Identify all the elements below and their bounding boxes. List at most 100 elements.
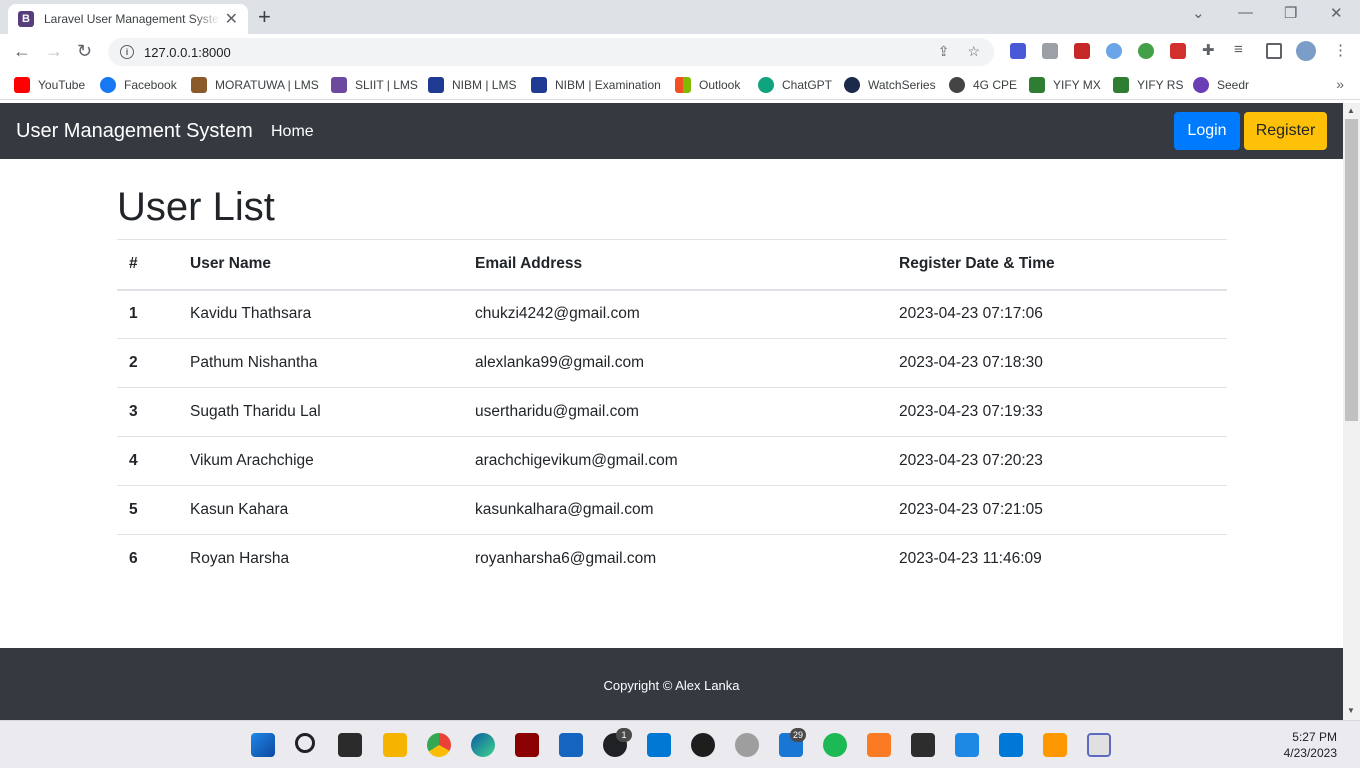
bookmark-star-icon[interactable]: ☆ — [967, 43, 980, 60]
microsoft-logo-icon — [675, 77, 691, 93]
row-username: Vikum Arachchige — [178, 436, 463, 486]
row-index: 6 — [129, 550, 138, 568]
close-window-icon[interactable]: ✕ — [1330, 4, 1343, 22]
scrollbar-thumb[interactable] — [1345, 119, 1358, 421]
tab-title: Laravel User Management System — [44, 12, 220, 26]
bookmark-outlook[interactable]: Outlook — [675, 77, 740, 93]
row-index: 3 — [117, 387, 178, 437]
mail-icon[interactable] — [647, 733, 671, 757]
search-icon[interactable] — [295, 733, 315, 753]
bookmark-youtube[interactable]: YouTube — [14, 77, 85, 93]
facebook-icon — [100, 77, 116, 93]
snipping-tool-icon[interactable] — [1087, 733, 1111, 757]
column-header-registered: Register Date & Time — [887, 239, 1227, 291]
alien-app-icon[interactable] — [735, 733, 759, 757]
nav-home-link[interactable]: Home — [271, 123, 314, 141]
record-extension-icon[interactable] — [1170, 43, 1186, 59]
bookmark-watchseries[interactable]: WatchSeries — [844, 77, 936, 93]
share-icon[interactable]: ⇪ — [938, 43, 950, 60]
youtube-icon — [14, 77, 30, 93]
address-bar[interactable]: i 127.0.0.1:8000 ⇪ ☆ — [108, 38, 994, 66]
page-title: User List — [117, 185, 275, 229]
browser-tab[interactable]: B Laravel User Management System ✕ — [8, 4, 248, 34]
new-tab-icon[interactable]: + — [258, 6, 271, 28]
microsoft-store-icon[interactable] — [559, 733, 583, 757]
terminal-app-icon[interactable] — [515, 733, 539, 757]
yify-icon — [1029, 77, 1045, 93]
bookmark-chatgpt[interactable]: ChatGPT — [758, 77, 832, 93]
page-scrollbar[interactable]: ▲ ▼ — [1343, 103, 1360, 720]
row-registered: 2023-04-23 07:20:23 — [887, 436, 1227, 486]
video-extension-icon[interactable] — [1074, 43, 1090, 59]
spotify-icon[interactable] — [823, 733, 847, 757]
bookmark-facebook[interactable]: Facebook — [100, 77, 177, 93]
row-index: 1 — [117, 289, 178, 339]
yify-icon — [1113, 77, 1129, 93]
system-clock[interactable]: 5:27 PM 4/23/2023 — [1284, 729, 1337, 761]
command-prompt-icon[interactable] — [911, 733, 935, 757]
xampp-icon[interactable] — [867, 733, 891, 757]
forward-icon[interactable]: → — [45, 41, 63, 61]
edge-icon[interactable] — [471, 733, 495, 757]
file-explorer-icon[interactable] — [383, 733, 407, 757]
clock-time: 5:27 PM — [1292, 730, 1337, 744]
row-username: Pathum Nishantha — [178, 338, 463, 388]
extension-d-icon[interactable] — [1010, 43, 1026, 59]
table-row: 2 Pathum Nishantha alexlanka99@gmail.com… — [117, 338, 1227, 388]
column-header-index: # — [117, 239, 178, 291]
windows-taskbar: 1 29 5:27 PM 4/23/2023 — [0, 720, 1360, 768]
chatgpt-icon — [758, 77, 774, 93]
bookmark-nibm-lms[interactable]: NIBM | LMS — [428, 77, 516, 93]
sublime-text-icon[interactable] — [1043, 733, 1067, 757]
tab-search-chevron-icon[interactable]: ⌄ — [1192, 4, 1205, 22]
bookmark-moratuwa-lms[interactable]: MORATUWA | LMS — [191, 77, 319, 93]
search-extension-icon[interactable] — [1106, 43, 1122, 59]
row-email: alexlanka99@gmail.com — [463, 338, 887, 388]
vscode-icon[interactable] — [999, 733, 1023, 757]
screenshot-extension-icon[interactable] — [1042, 43, 1058, 59]
column-header-email: Email Address — [463, 239, 887, 291]
mail-notification-badge: 29 — [790, 728, 807, 742]
bookmarks-bar: YouTube Facebook MORATUWA | LMS SLIIT | … — [0, 70, 1360, 100]
task-view-icon[interactable] — [338, 733, 362, 757]
nibm-logo-icon — [531, 77, 547, 93]
reading-list-icon[interactable]: ≡ — [1234, 41, 1250, 58]
globe-extension-icon[interactable] — [1138, 43, 1154, 59]
back-icon[interactable]: ← — [13, 41, 31, 61]
bootstrap-favicon-icon: B — [18, 11, 34, 27]
extensions-puzzle-icon[interactable]: ✚ — [1202, 41, 1218, 59]
bookmark-yify-rs[interactable]: YIFY RS — [1113, 77, 1183, 93]
row-index: 4 — [117, 436, 178, 486]
row-username: Royan Harsha — [190, 550, 290, 568]
url-text[interactable]: 127.0.0.1:8000 — [144, 45, 231, 60]
sliit-crest-icon — [331, 77, 347, 93]
notepad-icon[interactable] — [955, 733, 979, 757]
profile-avatar[interactable] — [1296, 41, 1316, 61]
nibm-logo-icon — [428, 77, 444, 93]
tab-close-icon[interactable]: ✕ — [225, 9, 238, 29]
register-button[interactable]: Register — [1244, 112, 1327, 150]
side-panel-icon[interactable] — [1266, 43, 1282, 59]
login-button[interactable]: Login — [1174, 112, 1240, 150]
minimize-icon[interactable]: — — [1238, 4, 1253, 21]
bookmark-seedr[interactable]: Seedr — [1193, 77, 1249, 93]
row-index: 2 — [117, 338, 178, 388]
scroll-down-arrow-icon[interactable]: ▼ — [1347, 706, 1355, 715]
table-row: 4 Vikum Arachchige arachchigevikum@gmail… — [117, 436, 1227, 486]
site-info-icon[interactable]: i — [120, 45, 134, 59]
row-email: arachchigevikum@gmail.com — [463, 436, 887, 486]
chrome-icon[interactable] — [427, 733, 451, 757]
bookmark-4g-cpe[interactable]: 4G CPE — [949, 77, 1017, 93]
windows-start-icon[interactable] — [251, 733, 275, 757]
bookmark-nibm-examination[interactable]: NIBM | Examination — [531, 77, 661, 93]
bookmark-yify-mx[interactable]: YIFY MX — [1029, 77, 1101, 93]
navbar-brand[interactable]: User Management System — [16, 120, 253, 143]
scroll-up-arrow-icon[interactable]: ▲ — [1347, 106, 1355, 115]
bookmark-sliit-lms[interactable]: SLIIT | LMS — [331, 77, 418, 93]
more-bookmarks-icon[interactable]: » — [1336, 76, 1344, 92]
obs-icon[interactable] — [691, 733, 715, 757]
restore-icon[interactable]: ❐ — [1284, 4, 1297, 22]
reload-icon[interactable]: ↻ — [77, 41, 92, 61]
more-menu-icon[interactable]: ⋮ — [1333, 41, 1349, 59]
copyright-text: Copyright © Alex Lanka — [603, 678, 740, 693]
